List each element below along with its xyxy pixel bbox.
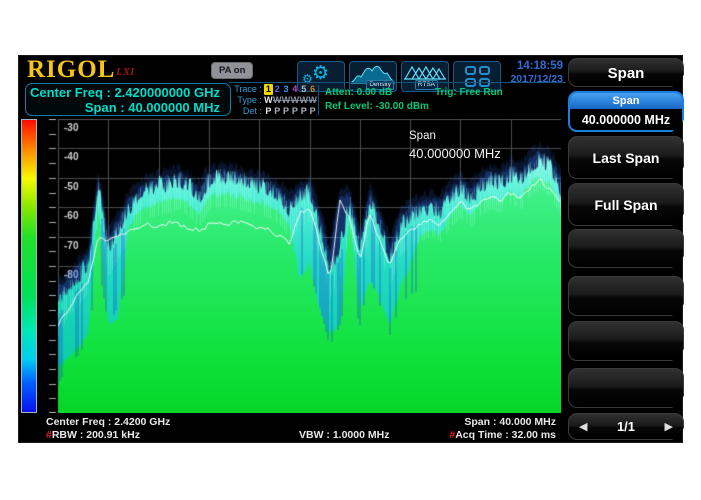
- trace-1-det: P: [264, 106, 273, 117]
- header-vertical-divider: [318, 85, 319, 115]
- rigol-logo: RIGOL: [27, 56, 115, 84]
- span-annotation-label: Span: [409, 128, 501, 145]
- det-row-label: Det :: [233, 106, 262, 117]
- trace-4-det: P: [290, 106, 299, 117]
- span-annotation-value: 40.000000 MHz: [409, 145, 501, 162]
- status-acq-time: #Acq Time : 32.00 ms: [399, 429, 556, 441]
- menu-pager: ◀ 1/1 ▶: [568, 413, 684, 440]
- trace-3[interactable]: 3: [282, 84, 291, 95]
- active-button-label: Span: [570, 93, 682, 109]
- header-divider: [229, 82, 566, 83]
- page-prev-arrow[interactable]: ◀: [579, 420, 587, 433]
- trace-2[interactable]: 2: [273, 84, 282, 95]
- trace-5-det: P: [299, 106, 308, 117]
- trace-5[interactable]: 5: [299, 84, 308, 95]
- trace-6[interactable]: 6: [308, 84, 317, 95]
- menu-button-blank-1[interactable]: [568, 229, 684, 268]
- screenshot-page: RIGOL LXI PA on ⚙ ⚙ Density RTSA 14:18:5…: [0, 0, 701, 500]
- trace-1[interactable]: 1: [264, 84, 273, 95]
- menu-button-full-span[interactable]: Full Span: [568, 183, 684, 226]
- time: 14:18:59: [485, 60, 563, 73]
- trace-2-type: W: [273, 95, 282, 106]
- trace-2-det: P: [273, 106, 282, 117]
- soft-menu: Span Span 40.000000 MHz Last Span Full S…: [568, 56, 684, 444]
- trace-3-type: W: [282, 95, 291, 106]
- status-span: Span : 40.000 MHz: [399, 416, 556, 428]
- menu-button-blank-3[interactable]: [568, 321, 684, 361]
- trace-4[interactable]: 4: [290, 84, 299, 95]
- span-readout: Span : 40.000000 MHz: [26, 100, 220, 115]
- trigger-readout: Trig: Free Run: [435, 87, 503, 98]
- date: 2017/12/23: [485, 73, 563, 86]
- trace-table: Trace : 1 2 3 4 5 6 Type : W W W W W W D…: [233, 84, 317, 117]
- trace-6-det: P: [308, 106, 317, 117]
- rtsa-peaks-icon: [403, 63, 447, 81]
- type-row-label: Type :: [233, 95, 262, 106]
- ref-level-readout: Ref Level: -30.00 dBm: [325, 101, 429, 112]
- frequency-readout-box: Center Freq : 2.420000000 GHz Span : 40.…: [25, 83, 231, 116]
- page-next-arrow[interactable]: ▶: [665, 420, 673, 433]
- spectrum-plot[interactable]: [37, 119, 561, 413]
- trace-1-type: W: [264, 95, 273, 106]
- lxi-logo: LXI: [116, 66, 134, 78]
- menu-button-last-span[interactable]: Last Span: [568, 136, 684, 179]
- active-button-value: 40.000000 MHz: [570, 109, 682, 132]
- amplitude-colorbar: [21, 119, 37, 413]
- page-indicator: 1/1: [617, 419, 635, 434]
- status-vbw: VBW : 1.0000 MHz: [299, 429, 389, 441]
- instrument-screen: RIGOL LXI PA on ⚙ ⚙ Density RTSA 14:18:5…: [18, 55, 683, 443]
- menu-button-blank-4[interactable]: [568, 368, 684, 408]
- trace-5-type: W: [299, 95, 308, 106]
- status-center-freq: Center Freq : 2.4200 GHz: [46, 416, 170, 428]
- trace-3-det: P: [282, 106, 291, 117]
- gear-icon: ⚙: [312, 64, 329, 83]
- trace-row-label: Trace :: [233, 84, 262, 95]
- menu-title-span: Span: [568, 58, 684, 87]
- atten-readout: Atten: 0.00 dB: [325, 87, 392, 98]
- trace-4-type: W: [290, 95, 299, 106]
- pa-on-badge[interactable]: PA on: [211, 62, 253, 79]
- trace-6-type: W: [308, 95, 317, 106]
- span-annotation: Span 40.000000 MHz: [409, 128, 501, 162]
- menu-button-span-active[interactable]: Span 40.000000 MHz: [568, 91, 684, 132]
- status-rbw: #RBW : 200.91 kHz: [46, 429, 140, 441]
- menu-button-blank-2[interactable]: [568, 276, 684, 316]
- center-freq-readout: Center Freq : 2.420000000 GHz: [26, 85, 220, 100]
